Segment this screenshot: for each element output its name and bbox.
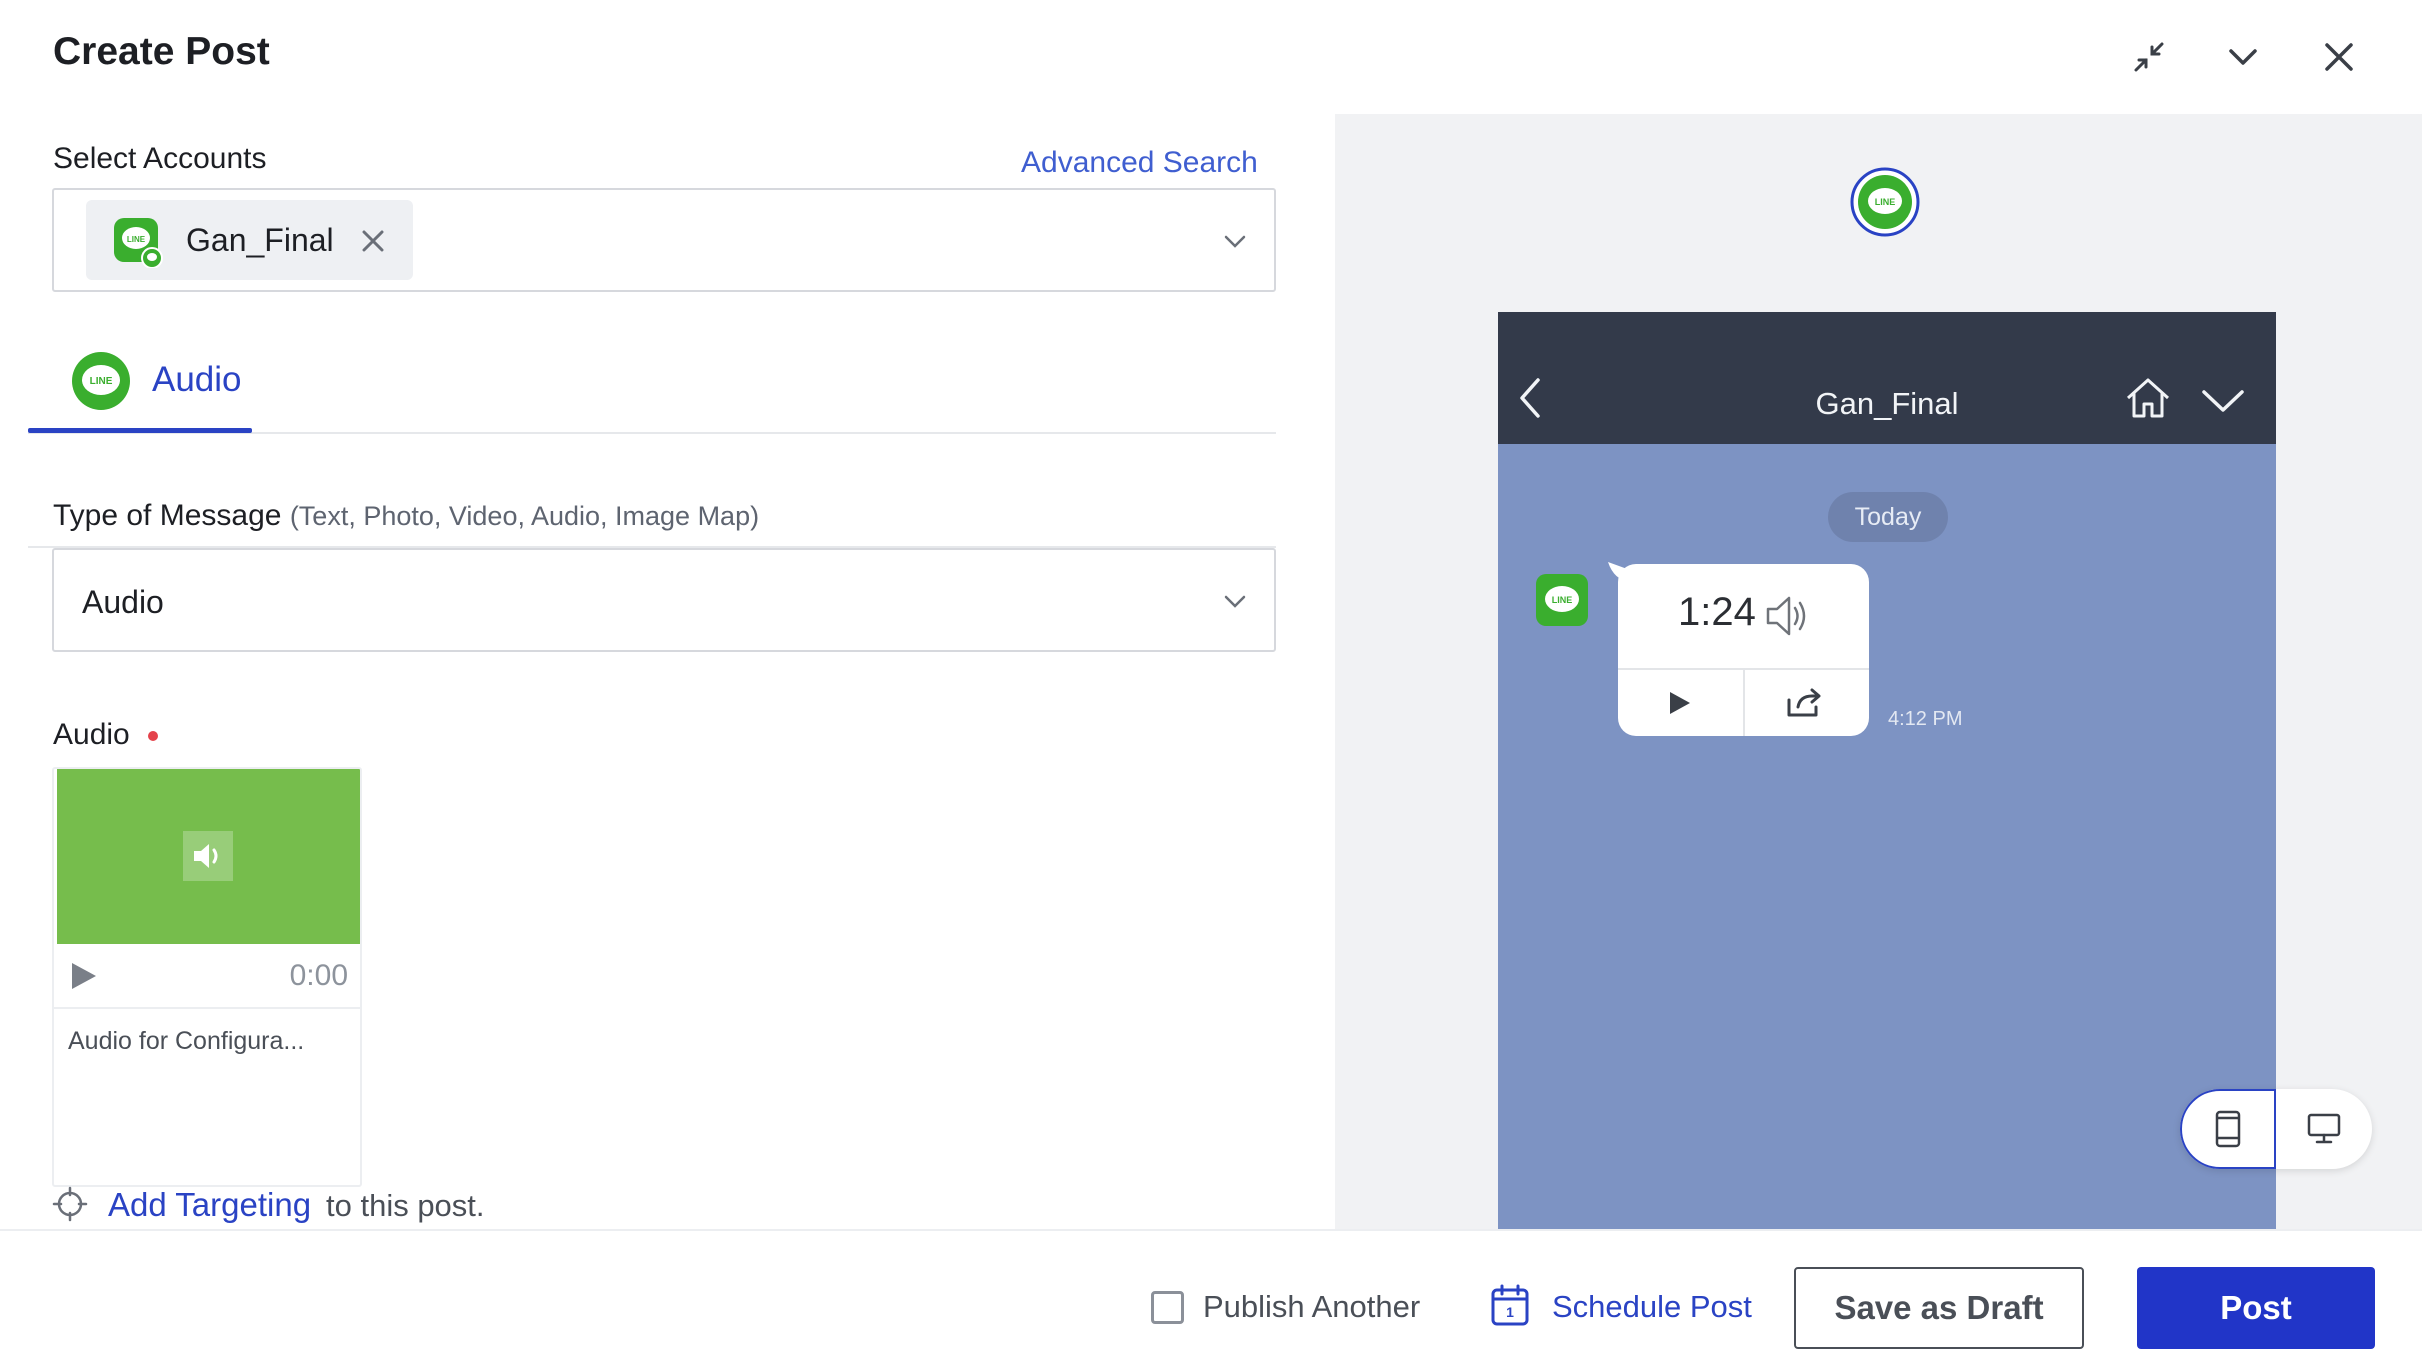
play-icon[interactable] xyxy=(68,961,98,996)
page-title: Create Post xyxy=(53,30,270,73)
message-type-hint: (Text, Photo, Video, Audio, Image Map) xyxy=(289,501,760,531)
publish-another-checkbox[interactable] xyxy=(1151,1291,1184,1324)
modal-footer: Publish Another 1 Schedule Post Save as … xyxy=(0,1229,2422,1372)
audio-current-time: 0:00 xyxy=(289,959,348,992)
chevron-down-icon[interactable] xyxy=(2218,32,2268,82)
audio-label: Audio xyxy=(53,718,159,752)
calendar-icon: 1 xyxy=(1490,1283,1530,1332)
chevron-down-icon xyxy=(2201,388,2245,419)
chevron-down-icon[interactable] xyxy=(1220,586,1250,616)
home-icon xyxy=(2125,376,2171,425)
bubble-divider xyxy=(1743,668,1745,736)
audio-card-divider xyxy=(54,1007,360,1009)
save-as-draft-button[interactable]: Save as Draft xyxy=(1794,1267,2084,1349)
desktop-view-button[interactable] xyxy=(2276,1089,2372,1169)
schedule-post-label: Schedule Post xyxy=(1552,1289,1752,1324)
audio-duration: 1:24 xyxy=(1678,590,1756,634)
advanced-search-link[interactable]: Advanced Search xyxy=(1021,146,1258,180)
message-type-label-text: Type of Message xyxy=(53,499,282,532)
message-type-value: Audio xyxy=(82,584,164,620)
post-form-panel: Select Accounts Advanced Search LINE Gan… xyxy=(0,114,1335,1229)
select-accounts-label: Select Accounts xyxy=(53,142,267,175)
account-chip-name: Gan_Final xyxy=(186,222,334,258)
tab-audio-label: Audio xyxy=(152,360,242,399)
close-icon[interactable] xyxy=(2314,32,2364,82)
modal-header: Create Post xyxy=(0,0,2422,114)
schedule-post-button[interactable]: 1 Schedule Post xyxy=(1490,1271,1752,1341)
message-timestamp: 4:12 PM xyxy=(1888,708,1963,730)
day-badge: Today xyxy=(1828,492,1948,542)
remove-account-icon[interactable] xyxy=(360,228,386,259)
add-targeting-link[interactable]: Add Targeting xyxy=(108,1186,311,1224)
audio-attachment-card[interactable]: 0:00 Audio for Configura... xyxy=(52,767,362,1187)
post-button[interactable]: Post xyxy=(2137,1267,2375,1349)
svg-text:LINE: LINE xyxy=(1875,197,1896,207)
audio-label-text: Audio xyxy=(53,718,130,751)
account-chip: LINE Gan_Final xyxy=(86,200,413,280)
chevron-down-icon[interactable] xyxy=(1220,226,1250,256)
mobile-view-button[interactable] xyxy=(2180,1089,2276,1169)
message-type-label: Type of Message (Text, Photo, Video, Aud… xyxy=(53,499,759,533)
line-account-icon: LINE xyxy=(112,216,164,273)
targeting-suffix: to this post. xyxy=(326,1188,485,1223)
audio-thumbnail xyxy=(57,769,360,944)
audio-message-bubble: 1:24 xyxy=(1618,564,1869,736)
phone-preview: Gan_Final Today LINE 1:24 4:12 PM xyxy=(1498,312,2276,1229)
account-select[interactable]: LINE Gan_Final xyxy=(52,188,1276,292)
share-icon xyxy=(1786,688,1822,723)
speaker-icon xyxy=(1764,592,1808,645)
device-toggle xyxy=(2180,1089,2372,1169)
message-type-select[interactable]: Audio xyxy=(52,548,1276,652)
speaker-icon xyxy=(183,831,233,881)
line-sender-icon: LINE xyxy=(1534,572,1590,633)
publish-another-label: Publish Another xyxy=(1203,1289,1421,1324)
tab-active-indicator xyxy=(28,428,252,433)
play-icon xyxy=(1666,690,1692,721)
audio-file-name: Audio for Configura... xyxy=(68,1027,305,1055)
svg-text:1: 1 xyxy=(1506,1304,1514,1320)
line-icon: LINE xyxy=(70,350,132,417)
chat-header: Gan_Final xyxy=(1498,312,2276,444)
required-dot xyxy=(148,731,159,742)
line-account-avatar: LINE xyxy=(1850,167,1920,242)
target-icon xyxy=(52,1186,88,1227)
preview-panel: LINE Gan_Final Today LINE 1:24 4:12 PM xyxy=(1335,114,2422,1229)
svg-text:LINE: LINE xyxy=(127,235,146,244)
svg-text:LINE: LINE xyxy=(90,376,113,387)
svg-text:LINE: LINE xyxy=(1552,595,1573,605)
collapse-icon[interactable] xyxy=(2124,32,2174,82)
